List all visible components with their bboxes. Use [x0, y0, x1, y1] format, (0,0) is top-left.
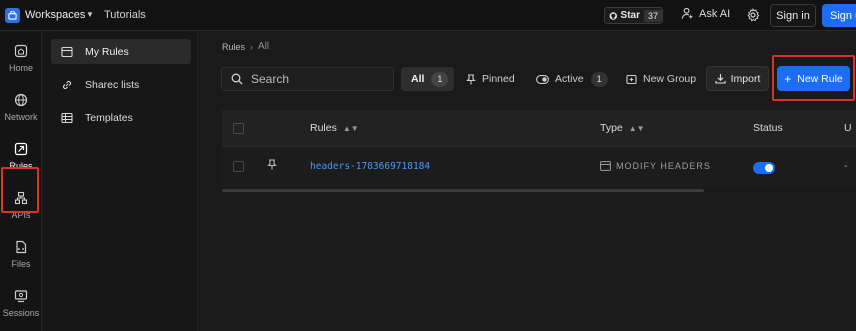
rail-item-network[interactable]: Network: [0, 93, 42, 122]
column-header-label: Rules: [310, 122, 337, 134]
rules-icon: [14, 142, 28, 156]
column-header-more[interactable]: U: [844, 122, 852, 134]
files-icon: [16, 240, 27, 254]
breadcrumb: Rules › All: [222, 41, 269, 52]
sessions-icon: [14, 290, 28, 303]
sidebar-item-label: My Rules: [85, 45, 129, 58]
sidebar-item-templates[interactable]: Templates: [51, 105, 191, 130]
gear-icon[interactable]: [746, 8, 760, 22]
breadcrumb-separator: ›: [250, 41, 254, 52]
network-icon: [14, 93, 28, 107]
ask-ai-label: Ask AI: [699, 7, 731, 20]
filter-active-button[interactable]: Active 1: [536, 67, 608, 91]
rail-item-label: Network: [4, 112, 38, 122]
table-icon: [61, 112, 73, 123]
sort-icon: ▲▼: [628, 123, 645, 133]
toggle-knob: [765, 164, 773, 172]
rail-item-label: Home: [8, 63, 33, 73]
rule-type-label: MODIFY HEADERS: [616, 161, 711, 171]
filter-all-label: All: [411, 73, 425, 85]
main-content: Rules › All All 1 Pinned Active 1 New Gr…: [199, 32, 856, 331]
filter-all-count: 1: [431, 71, 449, 87]
download-icon: [715, 74, 726, 84]
select-all-checkbox[interactable]: [233, 123, 244, 134]
ask-ai-button[interactable]: Ask AI: [681, 7, 730, 20]
top-bar: Workspaces ▼ Tutorials Star 37 Ask AI Si…: [0, 0, 856, 31]
sidebar-item-label: Sharec lists: [85, 78, 140, 91]
workspace-switcher[interactable]: Workspaces: [25, 9, 85, 21]
new-rule-label: New Rule: [797, 72, 843, 85]
tutorials-link[interactable]: Tutorials: [104, 9, 146, 21]
chevron-down-icon[interactable]: ▼: [86, 10, 94, 19]
breadcrumb-root[interactable]: Rules: [222, 42, 245, 52]
pin-icon: [466, 73, 476, 84]
column-header-type[interactable]: Type ▲▼: [600, 122, 645, 134]
github-star-label: Star: [620, 10, 640, 21]
filter-pinned-label: Pinned: [482, 73, 515, 85]
pin-icon[interactable]: [267, 159, 277, 170]
column-header-label: Status: [753, 122, 783, 134]
table-row[interactable]: headers-1783669718184 MODIFY HEADERS -: [222, 147, 856, 187]
column-header-label: Type: [600, 122, 623, 134]
new-group-label: New Group: [643, 73, 697, 85]
primary-nav-rail: Home Network Rules APIs Files Sessions: [0, 32, 42, 331]
new-rule-button[interactable]: + New Rule: [777, 66, 850, 91]
rules-highlight-box: [1, 167, 39, 213]
filter-active-count: 1: [590, 71, 608, 87]
rail-item-sessions[interactable]: Sessions: [0, 289, 42, 318]
new-group-button[interactable]: New Group: [626, 67, 696, 91]
rule-status-toggle[interactable]: [753, 162, 775, 174]
workspace-icon[interactable]: [5, 8, 20, 23]
search-box[interactable]: [221, 67, 394, 91]
rule-type: MODIFY HEADERS: [600, 161, 711, 171]
sort-icon: ▲▼: [342, 123, 359, 133]
home-icon: [14, 44, 28, 58]
rules-table: Rules ▲▼ Type ▲▼ Status U headers-178366…: [222, 110, 856, 193]
folder-plus-icon: [626, 74, 637, 84]
import-button[interactable]: Import: [706, 66, 769, 91]
filter-all-button[interactable]: All 1: [401, 67, 454, 91]
filter-pinned-button[interactable]: Pinned: [466, 67, 515, 91]
column-header-label: U: [844, 122, 852, 134]
table-header: Rules ▲▼ Type ▲▼ Status U: [222, 110, 856, 147]
github-star-button[interactable]: Star 37: [604, 7, 663, 24]
sidebar-item-shared-lists[interactable]: Sharec lists: [51, 72, 191, 97]
plus-icon: +: [784, 71, 792, 86]
github-icon: [609, 11, 617, 20]
sidebar-item-label: Templates: [85, 111, 133, 124]
rail-item-home[interactable]: Home: [0, 44, 42, 73]
column-header-rules[interactable]: Rules ▲▼: [310, 122, 359, 134]
search-input[interactable]: [251, 72, 381, 86]
headers-icon: [600, 161, 611, 171]
import-label: Import: [730, 72, 761, 85]
breadcrumb-current: All: [258, 41, 270, 52]
row-trailing-value: -: [844, 161, 848, 172]
rule-name-link[interactable]: headers-1783669718184: [310, 161, 430, 172]
link-icon: [62, 80, 72, 89]
rail-item-label: Sessions: [2, 308, 40, 318]
filter-active-label: Active: [555, 73, 584, 85]
sign-up-button[interactable]: Sign up: [822, 4, 856, 27]
rail-item-label: Files: [11, 259, 31, 269]
column-header-status[interactable]: Status: [753, 122, 783, 134]
row-checkbox[interactable]: [233, 161, 244, 172]
sidebar-item-my-rules[interactable]: My Rules: [51, 39, 191, 64]
rail-item-files[interactable]: Files: [0, 240, 42, 269]
sign-in-button[interactable]: Sign in: [770, 4, 816, 27]
rules-list-icon: [61, 46, 73, 57]
horizontal-scrollbar[interactable]: [222, 189, 704, 192]
rules-sidebar: My Rules Sharec lists Templates: [43, 32, 198, 331]
search-icon: [231, 73, 243, 85]
toggle-icon: [536, 74, 549, 84]
github-star-count: 37: [643, 9, 662, 22]
ai-assistant-icon: [681, 7, 694, 20]
